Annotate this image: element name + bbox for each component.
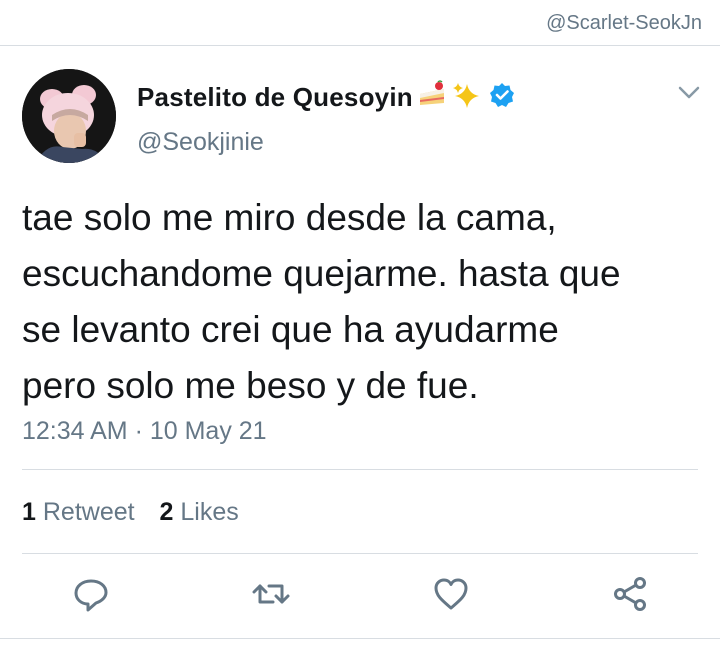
retweets-count: 1 xyxy=(22,498,36,526)
tweet-text: tae solo me miro desde la cama, escuchan… xyxy=(22,190,702,414)
chevron-down-icon[interactable] xyxy=(678,86,700,100)
reply-icon[interactable] xyxy=(71,574,111,614)
tweet-timestamp[interactable]: 12:34 AM · 10 May 21 xyxy=(22,417,267,446)
share-icon[interactable] xyxy=(610,574,650,614)
divider xyxy=(22,553,698,554)
tweet-actions xyxy=(0,574,720,618)
user-name-row: Pastelito de Quesoyin xyxy=(137,80,515,115)
bottom-divider xyxy=(0,638,720,639)
tweet-line: tae solo me miro desde la cama, xyxy=(22,197,557,238)
user-handle[interactable]: @Seokjinie xyxy=(137,128,264,157)
tweet-line: pero solo me beso y de fue. xyxy=(22,365,479,406)
likes-count: 2 xyxy=(159,498,174,526)
like-icon[interactable] xyxy=(431,574,471,614)
tweet-line: escuchandome quejarme. hasta que xyxy=(22,253,621,294)
tweet-line: se levanto crei que ha ayudarme xyxy=(22,309,559,350)
cake-emoji-icon xyxy=(417,80,447,115)
display-name[interactable]: Pastelito de Quesoyin xyxy=(137,82,413,113)
top-divider xyxy=(0,45,720,46)
retweets-stat[interactable]: 1 Retweet xyxy=(22,498,135,526)
likes-label: Likes xyxy=(180,498,239,526)
likes-stat[interactable]: 2 Likes xyxy=(160,498,239,526)
sparkles-emoji-icon xyxy=(451,80,481,115)
watermark: @Scarlet-SeokJn xyxy=(546,12,702,34)
verified-badge-icon xyxy=(489,82,515,113)
retweet-icon[interactable] xyxy=(251,574,291,614)
retweets-label: Retweet xyxy=(42,498,135,526)
avatar[interactable] xyxy=(22,69,116,163)
avatar-image xyxy=(22,69,116,163)
divider xyxy=(22,469,698,470)
tweet-stats: 1 Retweet 2 Likes xyxy=(22,498,257,527)
